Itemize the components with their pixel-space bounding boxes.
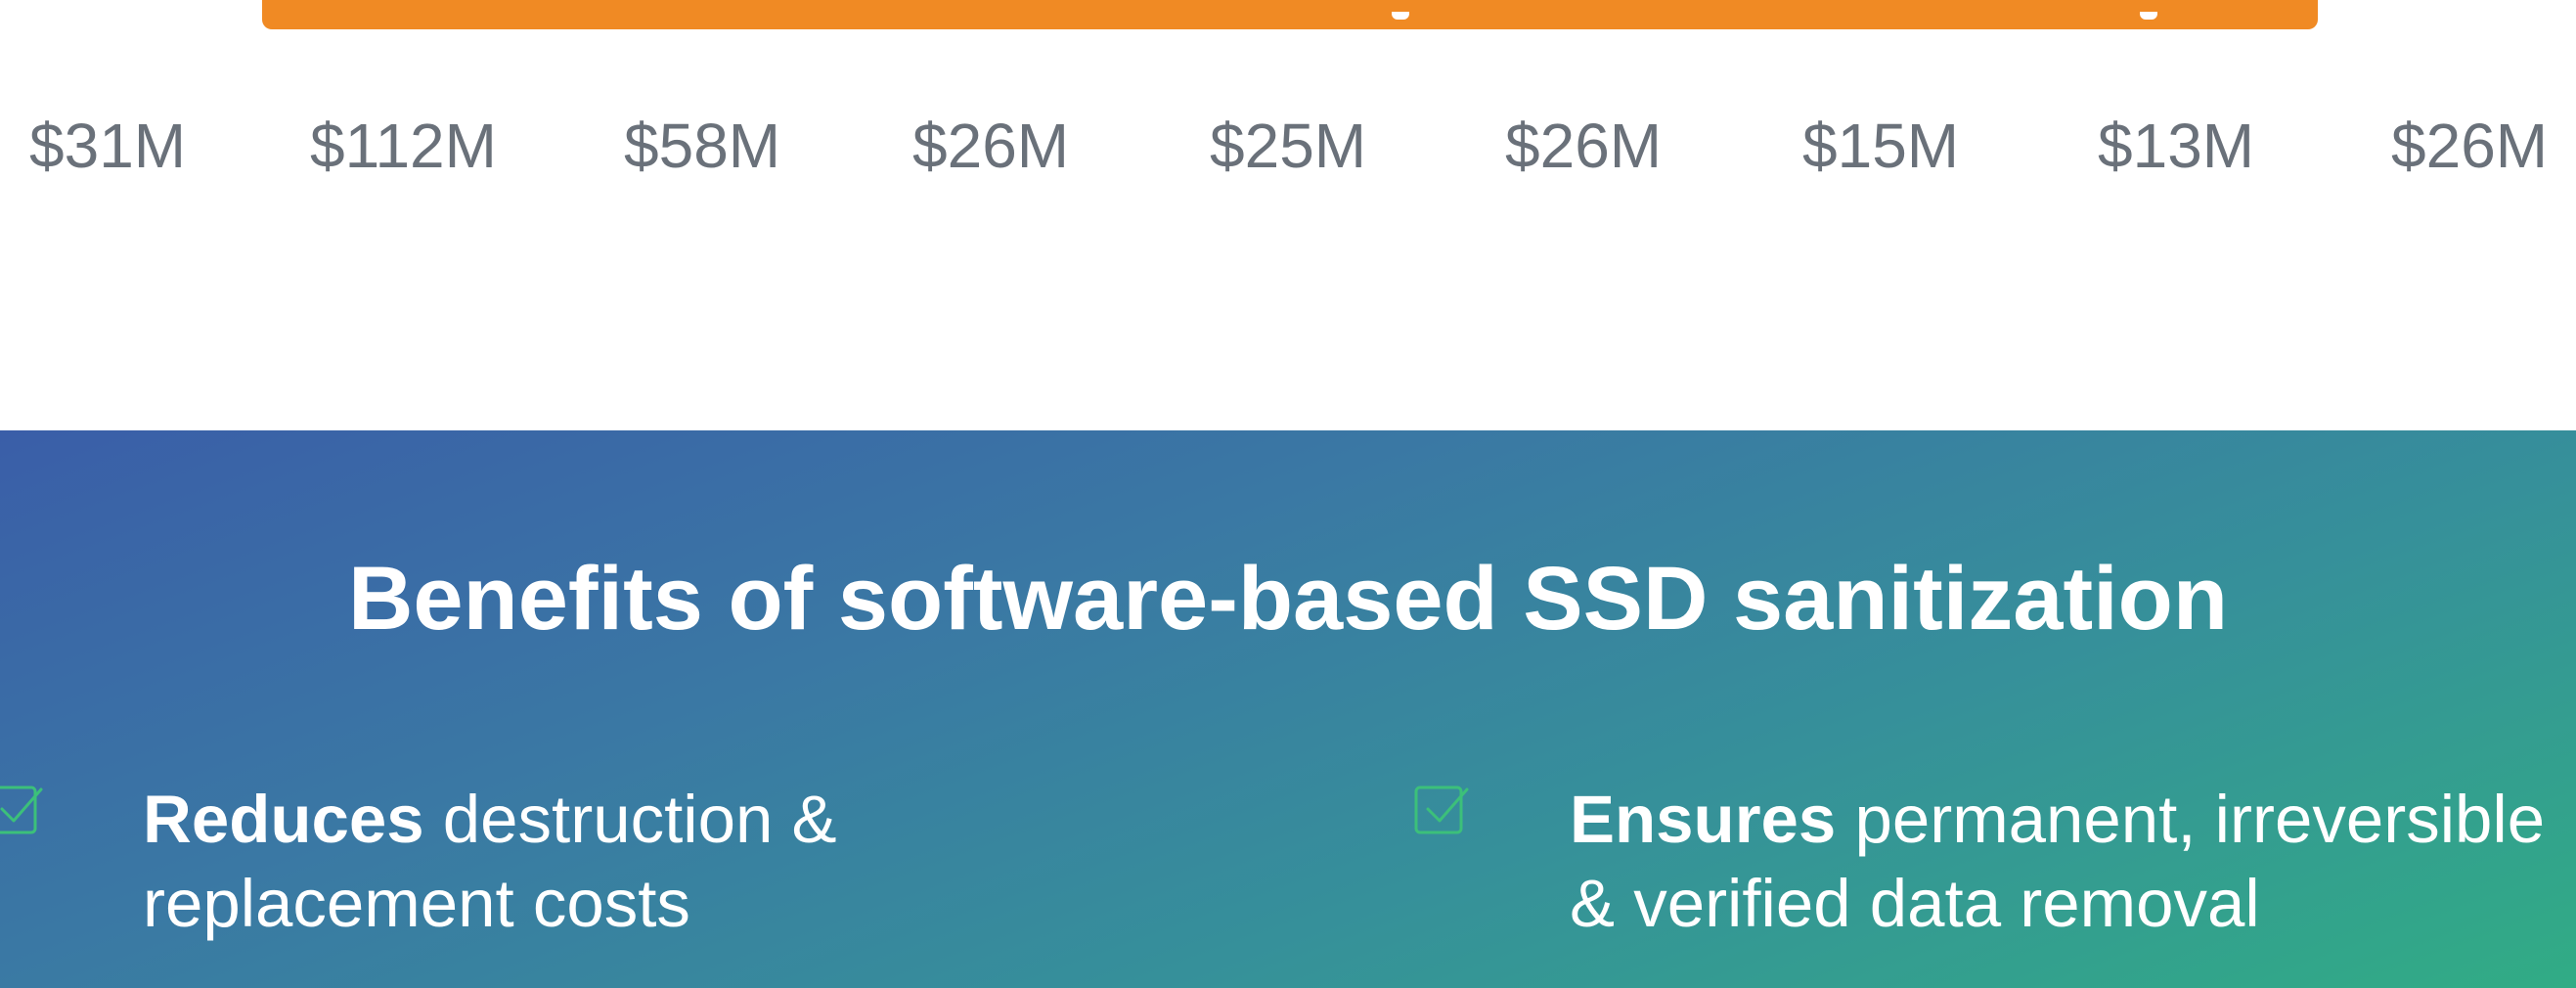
banner-text-fragment <box>1392 12 1409 20</box>
banner-text-fragment <box>2140 12 2157 20</box>
amount-row: $31M $112M $58M $26M $25M $26M $15M $13M… <box>0 110 2576 188</box>
benefits-title: Benefits of software-based SSD sanitizat… <box>347 549 2229 649</box>
amount-value: $13M <box>2098 111 2255 181</box>
amount-value: $58M <box>624 111 781 181</box>
benefit-line1: permanent, irreversible <box>1836 782 2546 857</box>
benefit-text: Ensures permanent, irreversible & verifi… <box>1570 778 2576 946</box>
amount-value: $26M <box>912 111 1070 181</box>
amount-value: $31M <box>29 111 187 181</box>
benefits-section: Benefits of software-based SSD sanitizat… <box>0 430 2576 988</box>
benefit-text: Reduces destruction & replacement costs <box>143 778 1316 946</box>
amount-value: $26M <box>1505 111 1663 181</box>
amount-value: $15M <box>1802 111 1960 181</box>
benefit-line1: destruction & <box>423 782 837 857</box>
benefit-bold: Reduces <box>143 782 424 857</box>
benefit-line2: replacement costs <box>143 866 690 941</box>
benefit-line2: & verified data removal <box>1570 866 2260 941</box>
page: $31M $112M $58M $26M $25M $26M $15M $13M… <box>0 0 2576 988</box>
checkbox-check-icon <box>0 780 49 842</box>
benefit-bold: Ensures <box>1570 782 1837 857</box>
checkbox-check-icon <box>1412 780 1475 842</box>
amount-value: $26M <box>2391 111 2549 181</box>
amount-value: $25M <box>1210 111 1367 181</box>
amount-value: $112M <box>310 111 497 181</box>
orange-banner <box>262 0 2318 29</box>
